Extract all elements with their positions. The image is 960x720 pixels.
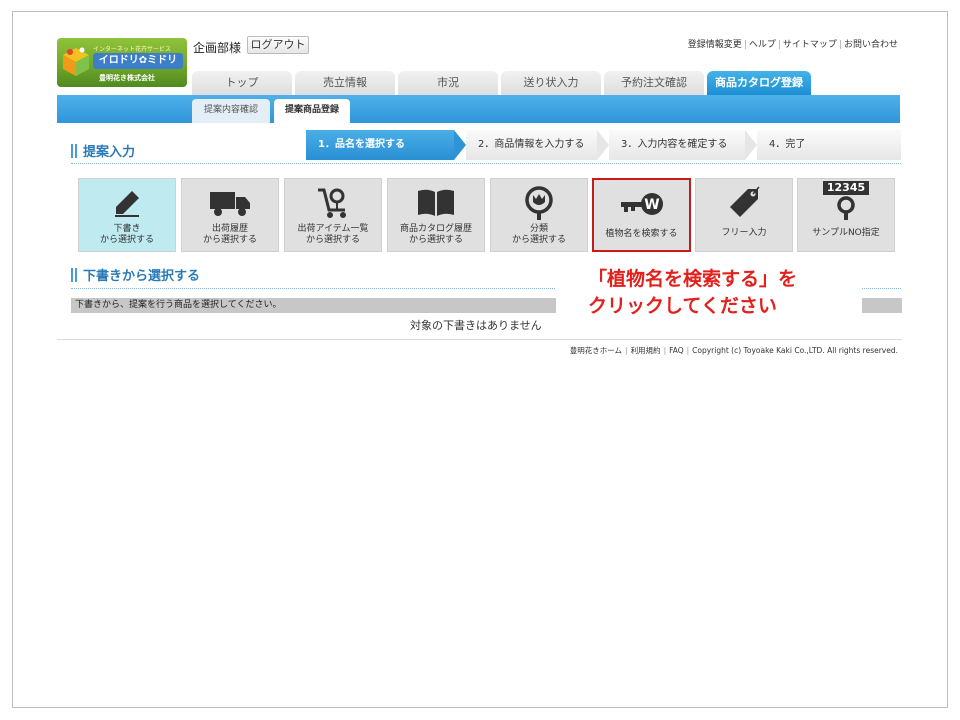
step-arrow-icon bbox=[597, 130, 609, 160]
step-arrow-icon bbox=[745, 130, 757, 160]
tile-label: 商品カタログ履歴 から選択する bbox=[399, 224, 472, 245]
divider: | bbox=[625, 346, 628, 355]
tile-from-catalog-history[interactable]: 商品カタログ履歴 から選択する bbox=[387, 178, 485, 252]
link-sitemap[interactable]: サイトマップ bbox=[783, 40, 837, 50]
tile-from-drafts[interactable]: 下書き から選択する bbox=[78, 178, 176, 252]
tile-label: 分類 から選択する bbox=[511, 224, 566, 245]
step-2: 2．商品情報を入力する bbox=[466, 130, 597, 160]
logo-tagline: インターネット花卉サービス bbox=[93, 46, 172, 53]
link-account-settings[interactable]: 登録情報変更 bbox=[688, 40, 742, 50]
tile-label: 出荷アイテム一覧 から選択する bbox=[297, 224, 369, 245]
tile-label: 出荷履歴 から選択する bbox=[202, 224, 257, 245]
pencil-icon bbox=[79, 185, 175, 221]
cube-logo-icon bbox=[63, 47, 89, 76]
book-icon bbox=[388, 185, 484, 221]
cart-flower-icon bbox=[285, 185, 381, 221]
step-indicator: 1．品名を選択する 2．商品情報を入力する 3．入力内容を確定する 4．完了 bbox=[306, 130, 901, 160]
footer-link-faq[interactable]: FAQ bbox=[669, 346, 684, 355]
callout-line-2: クリックしてください bbox=[588, 295, 777, 317]
step-1: 1．品名を選択する bbox=[306, 130, 454, 160]
subnav-bar bbox=[57, 95, 900, 123]
section-marker-icon bbox=[71, 268, 77, 282]
subtab-proposal-register[interactable]: 提案商品登録 bbox=[274, 99, 350, 123]
price-tag-icon bbox=[696, 185, 792, 221]
tab-reservation[interactable]: 予約注文確認 bbox=[604, 71, 704, 95]
tab-invoice-input[interactable]: 送り状入力 bbox=[501, 71, 601, 95]
tile-label: フリー入力 bbox=[721, 228, 767, 238]
number-search-icon: 12345 bbox=[798, 180, 894, 222]
link-contact[interactable]: お問い合わせ bbox=[844, 40, 898, 50]
tile-from-shipping-history[interactable]: 出荷履歴 から選択する bbox=[181, 178, 279, 252]
divider: | bbox=[686, 346, 690, 355]
svg-text:W: W bbox=[644, 197, 659, 213]
key-w-icon: W bbox=[594, 186, 689, 222]
tile-label: サンプルNO指定 bbox=[812, 228, 880, 238]
section-title-proposal: 提案入力 bbox=[71, 141, 135, 160]
logout-button[interactable]: ログアウト bbox=[247, 36, 309, 54]
user-name: 企画部様 bbox=[193, 41, 242, 55]
step-arrow-icon bbox=[454, 130, 466, 160]
callout-line-1: 「植物名を検索する」を bbox=[588, 268, 798, 290]
sample-number-badge: 12345 bbox=[822, 181, 870, 195]
tile-from-item-list[interactable]: 出荷アイテム一覧 から選択する bbox=[284, 178, 382, 252]
truck-icon bbox=[182, 185, 278, 221]
divider: | bbox=[838, 40, 842, 50]
section-marker-icon bbox=[71, 144, 77, 158]
tile-label: 植物名を検索する bbox=[605, 229, 678, 239]
subtab-proposal-confirm[interactable]: 提案内容確認 bbox=[192, 99, 270, 123]
section-title-text: 下書きから選択する bbox=[83, 269, 201, 284]
step-3: 3．入力内容を確定する bbox=[609, 130, 745, 160]
divider bbox=[57, 339, 902, 340]
empty-message: 対象の下書きはありません bbox=[410, 319, 542, 332]
logo-company: 豊明花き株式会社 bbox=[99, 74, 155, 82]
step-4: 4．完了 bbox=[757, 130, 901, 160]
tile-sample-number[interactable]: 12345 サンプルNO指定 bbox=[797, 178, 895, 252]
tile-search-plant-name[interactable]: W 植物名を検索する bbox=[592, 178, 691, 252]
link-help[interactable]: ヘルプ bbox=[749, 40, 776, 50]
tab-top[interactable]: トップ bbox=[192, 71, 292, 95]
tile-free-input[interactable]: フリー入力 bbox=[695, 178, 793, 252]
tile-label: 下書き から選択する bbox=[99, 224, 154, 245]
section-title-text: 提案入力 bbox=[83, 145, 136, 160]
divider: | bbox=[663, 346, 667, 355]
tulip-search-icon bbox=[491, 185, 587, 221]
logo-brand: イロドリ✿ミドリ bbox=[93, 53, 183, 69]
tab-market[interactable]: 市況 bbox=[398, 71, 498, 95]
top-links: 登録情報変更 | ヘルプ | サイトマップ | お問い合わせ bbox=[688, 37, 898, 50]
divider: | bbox=[777, 40, 781, 50]
divider bbox=[71, 163, 901, 164]
tile-from-category[interactable]: 分類 から選択する bbox=[490, 178, 588, 252]
tab-sales-info[interactable]: 売立情報 bbox=[295, 71, 395, 95]
footer-link-terms[interactable]: 利用規約 bbox=[631, 346, 661, 355]
footer: 豊明花きホーム | 利用規約 | FAQ | Copyright (c) Toyoake K… bbox=[570, 345, 898, 356]
instruction-callout: 「植物名を検索する」を クリックしてください bbox=[556, 264, 862, 336]
site-logo[interactable]: インターネット花卉サービス イロドリ✿ミドリ 豊明花き株式会社 bbox=[57, 38, 187, 87]
tab-catalog-register[interactable]: 商品カタログ登録 bbox=[707, 71, 811, 95]
copyright-text: Copyright (c) Toyoake Kaki Co.,LTD. All … bbox=[692, 346, 898, 355]
section-title-drafts: 下書きから選択する bbox=[71, 265, 200, 284]
footer-link-home[interactable]: 豊明花きホーム bbox=[570, 346, 622, 355]
divider: | bbox=[743, 40, 747, 50]
